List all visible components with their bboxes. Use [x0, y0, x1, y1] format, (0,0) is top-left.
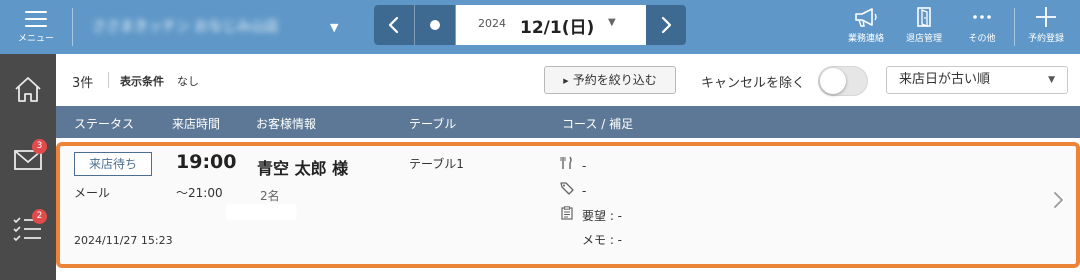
sidebar-item-tasks[interactable]: 2 — [0, 200, 56, 260]
new-reservation-button[interactable]: 予約登録 — [1018, 0, 1074, 54]
condition-value: なし — [177, 75, 199, 88]
date-navigator: 2024 12/1(日) ▼ — [374, 5, 686, 45]
business-notice-label: 業務連絡 — [847, 34, 884, 44]
megaphone-icon — [855, 8, 877, 27]
exit-door-icon — [917, 7, 931, 27]
store-selector[interactable]: ささまきッチン おなじみ山店 ▼ — [92, 14, 338, 40]
coupon-line: - — [560, 181, 586, 198]
top-bar: メニュー ささまきッチン おなじみ山店 ▼ 2024 12/1(日) ▼ 業務連… — [0, 0, 1080, 54]
more-button[interactable]: その他 — [954, 0, 1010, 54]
exit-management-button[interactable]: 退店管理 — [896, 0, 952, 54]
column-header-table: テーブル — [409, 117, 457, 131]
column-header-course: コース / 補足 — [562, 117, 634, 131]
today-button[interactable] — [415, 5, 455, 45]
sidebar-item-messages[interactable]: 3 — [0, 130, 56, 190]
course-value: - — [582, 159, 587, 173]
exit-management-label: 退店管理 — [905, 34, 942, 44]
sidebar: 3 2 — [0, 54, 56, 280]
memo-line: メモ : - — [560, 231, 622, 248]
filter-reservations-button[interactable]: ▶ 予約を絞り込む — [544, 66, 676, 94]
toggle-knob — [820, 68, 846, 94]
mail-icon — [14, 150, 42, 170]
more-dots-icon — [973, 15, 991, 19]
plus-icon — [1036, 7, 1056, 27]
hamburger-icon — [25, 11, 47, 27]
sort-order-select[interactable]: 来店日が古い順 ▼ — [886, 66, 1068, 94]
request-value: 要望 : - — [582, 209, 623, 223]
end-time: ～21:00 — [176, 186, 223, 200]
reservation-source: メール — [74, 186, 111, 200]
clipboard-icon — [560, 206, 582, 223]
filter-divider — [108, 72, 109, 88]
more-label: その他 — [968, 34, 996, 44]
date-value: 12/1(日) — [520, 18, 595, 38]
chevron-right-icon — [661, 16, 672, 34]
column-header-customer: お客様情報 — [256, 117, 317, 131]
reservation-row[interactable]: 来店待ち メール 2024/11/27 15:23 19:00 ～21:00 青… — [56, 142, 1080, 268]
checklist-icon — [13, 217, 41, 242]
party-size: 2名 — [260, 189, 280, 203]
status-badge: 来店待ち — [74, 152, 152, 176]
new-reservation-label: 予約登録 — [1027, 34, 1064, 44]
reservation-count: 3件 — [72, 76, 94, 91]
column-header-status: ステータス — [74, 117, 135, 131]
course-line: - — [560, 156, 586, 173]
previous-day-button[interactable] — [374, 5, 414, 45]
messages-badge: 3 — [32, 139, 47, 154]
triangle-right-icon: ▶ — [563, 77, 569, 85]
sort-order-value: 来店日が古い順 — [899, 72, 991, 87]
arrival-time: 19:00 — [176, 151, 237, 173]
menu-divider — [72, 8, 73, 46]
menu-button[interactable]: メニュー — [0, 0, 72, 54]
next-day-button[interactable] — [646, 5, 686, 45]
chevron-right-icon — [1054, 192, 1063, 208]
column-header-time: 来店時間 — [172, 117, 221, 131]
request-line: 要望 : - — [560, 206, 622, 224]
dot-icon — [430, 20, 440, 30]
coupon-value: - — [582, 184, 587, 198]
table-header: ステータス 来店時間 お客様情報 テーブル コース / 補足 — [56, 106, 1080, 138]
business-notice-button[interactable]: 業務連絡 — [838, 0, 894, 54]
menu-label: メニュー — [17, 34, 54, 44]
fork-knife-icon — [560, 156, 582, 173]
sidebar-item-home[interactable] — [0, 60, 56, 120]
filter-bar: 3件 表示条件 なし ▶ 予約を絞り込む キャンセルを除く 来店日が古い順 ▼ — [56, 54, 1080, 106]
tasks-badge: 2 — [32, 209, 47, 224]
memo-value: メモ : - — [582, 233, 623, 247]
date-picker[interactable]: 2024 12/1(日) ▼ — [456, 5, 646, 45]
tag-icon — [560, 181, 582, 198]
caret-down-icon: ▼ — [608, 17, 616, 28]
filter-reservations-label: 予約を絞り込む — [572, 73, 657, 87]
redacted-info — [226, 204, 296, 220]
guest-name: 青空 太郎 様 — [257, 159, 349, 178]
exclude-cancel-toggle[interactable] — [818, 66, 868, 96]
caret-down-icon: ▼ — [1048, 75, 1055, 85]
condition-label: 表示条件 — [120, 75, 164, 88]
toolbar-divider — [1014, 8, 1015, 46]
chevron-left-icon — [388, 16, 399, 34]
caret-down-icon: ▼ — [330, 21, 339, 34]
date-year: 2024 — [478, 17, 506, 30]
exclude-cancel-label: キャンセルを除く — [701, 76, 806, 91]
table-assignment: テーブル1 — [409, 157, 464, 171]
home-icon — [15, 77, 41, 102]
store-name: ささまきッチン おなじみ山店 — [92, 19, 279, 35]
reservation-created-at: 2024/11/27 15:23 — [74, 234, 173, 247]
